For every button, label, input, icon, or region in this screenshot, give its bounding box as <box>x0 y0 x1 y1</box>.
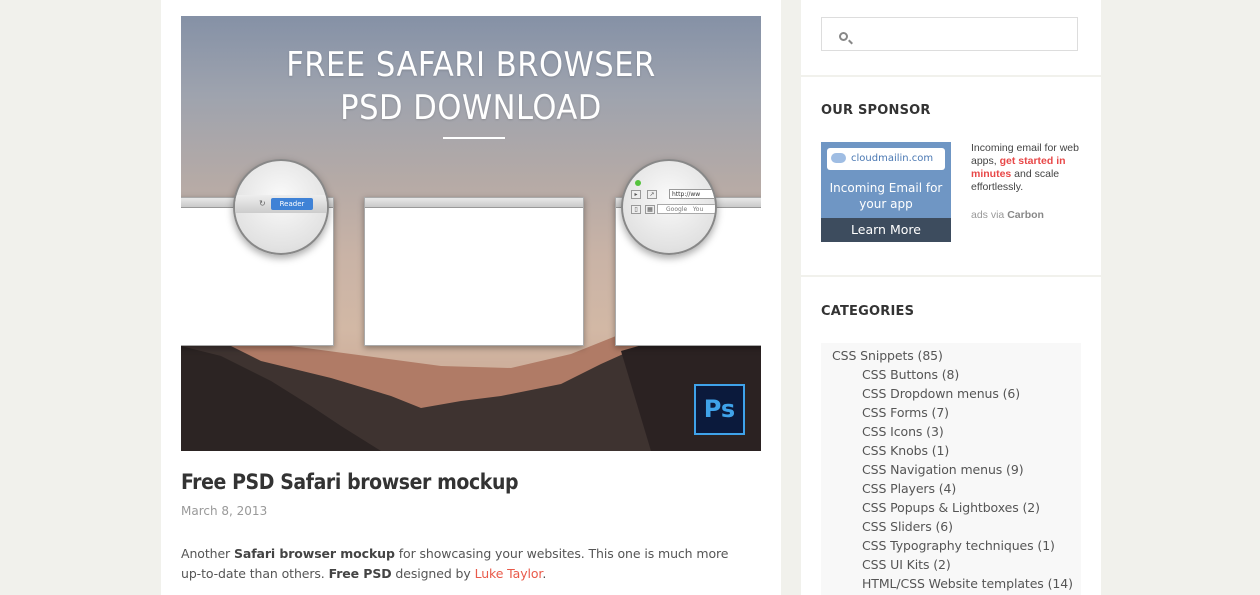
search-box[interactable] <box>821 17 1078 51</box>
browser-window-center <box>364 197 584 346</box>
ad-tagline: Incoming Email for your app <box>829 181 943 211</box>
category-item[interactable]: CSS Forms (7) <box>821 403 1081 422</box>
cloud-icon <box>831 153 846 163</box>
excerpt-text: designed by <box>391 566 475 581</box>
category-item[interactable]: CSS Typography techniques (1) <box>821 536 1081 555</box>
category-item[interactable]: CSS Navigation menus (9) <box>821 460 1081 479</box>
category-item[interactable]: CSS Icons (3) <box>821 422 1081 441</box>
ad-description[interactable]: Incoming email for web apps, get started… <box>971 142 1086 194</box>
excerpt-bold: Safari browser mockup <box>233 546 395 561</box>
categories-panel: CATEGORIES CSS Snippets (85) CSS Buttons… <box>801 277 1101 595</box>
magnifier-left: ↻ Reader <box>233 159 329 255</box>
category-item[interactable]: CSS Snippets (85) <box>821 346 1081 365</box>
category-list: CSS Snippets (85) CSS Buttons (8) CSS Dr… <box>821 343 1081 595</box>
magnifier-right: ▸ ↗ http://ww ▯ ▦ Google You <box>621 159 717 255</box>
reload-icon: ↻ <box>259 199 266 208</box>
photoshop-icon: Ps <box>694 384 745 435</box>
main-content: FREE SAFARI BROWSER PSD DOWNLOAD ↻ Reade… <box>161 0 781 595</box>
post-excerpt: Another Safari browser mockup for showca… <box>181 544 751 584</box>
search-icon <box>839 32 848 41</box>
google-label: Google <box>666 206 688 213</box>
sponsor-heading: OUR SPONSOR <box>821 103 931 118</box>
post-date: March 8, 2013 <box>181 504 268 518</box>
sponsor-panel: OUR SPONSOR cloudmailin.com Incoming Ema… <box>801 77 1101 275</box>
hero-title-line1: FREE SAFARI BROWSER <box>286 45 656 85</box>
url-field: http://ww <box>669 189 715 199</box>
category-item[interactable]: CSS Dropdown menus (6) <box>821 384 1081 403</box>
excerpt-bold: Free PSD <box>328 566 392 581</box>
category-item[interactable]: CSS Sliders (6) <box>821 517 1081 536</box>
ads-via-label: ads via <box>971 209 1008 221</box>
category-item[interactable]: HTML/CSS Website templates (14) <box>821 574 1081 593</box>
ad-logo: cloudmailin.com <box>827 148 945 170</box>
category-item[interactable]: CSS Popups & Lightboxes (2) <box>821 498 1081 517</box>
hero-divider <box>443 137 505 139</box>
ads-via[interactable]: ads via Carbon <box>971 209 1044 221</box>
category-item[interactable]: CSS Players (4) <box>821 479 1081 498</box>
nav-icon: ▸ <box>631 190 641 199</box>
category-item[interactable]: CSS Knobs (1) <box>821 441 1081 460</box>
category-item[interactable]: CSS UI Kits (2) <box>821 555 1081 574</box>
ad-logo-text: cloudmailin.com <box>851 153 934 164</box>
excerpt-text: Another <box>181 546 234 561</box>
hero-title-line2: PSD DOWNLOAD <box>340 88 602 128</box>
learn-more-button[interactable]: Learn More <box>821 218 951 242</box>
post-title[interactable]: Free PSD Safari browser mockup <box>181 470 519 494</box>
grid-icon: ▦ <box>645 205 655 214</box>
sponsor-ad-image[interactable]: cloudmailin.com Incoming Email for your … <box>821 142 951 242</box>
search-panel <box>801 0 1101 75</box>
excerpt-text: . <box>542 566 547 581</box>
bookmarks-icon: ▯ <box>631 205 641 214</box>
author-link[interactable]: Luke Taylor <box>475 566 543 581</box>
reader-button: Reader <box>271 198 313 210</box>
google-search-field: Google You <box>657 204 715 214</box>
featured-image[interactable]: FREE SAFARI BROWSER PSD DOWNLOAD ↻ Reade… <box>181 16 761 451</box>
sidebar: OUR SPONSOR cloudmailin.com Incoming Ema… <box>801 0 1101 595</box>
categories-heading: CATEGORIES <box>821 304 915 319</box>
you-label: You <box>692 206 704 213</box>
share-icon: ↗ <box>647 190 657 199</box>
category-item[interactable]: CSS Buttons (8) <box>821 365 1081 384</box>
carbon-link[interactable]: Carbon <box>1007 209 1044 221</box>
search-input[interactable] <box>858 24 1068 44</box>
hero-title: FREE SAFARI BROWSER PSD DOWNLOAD <box>181 44 761 130</box>
green-dot-icon <box>635 180 641 186</box>
